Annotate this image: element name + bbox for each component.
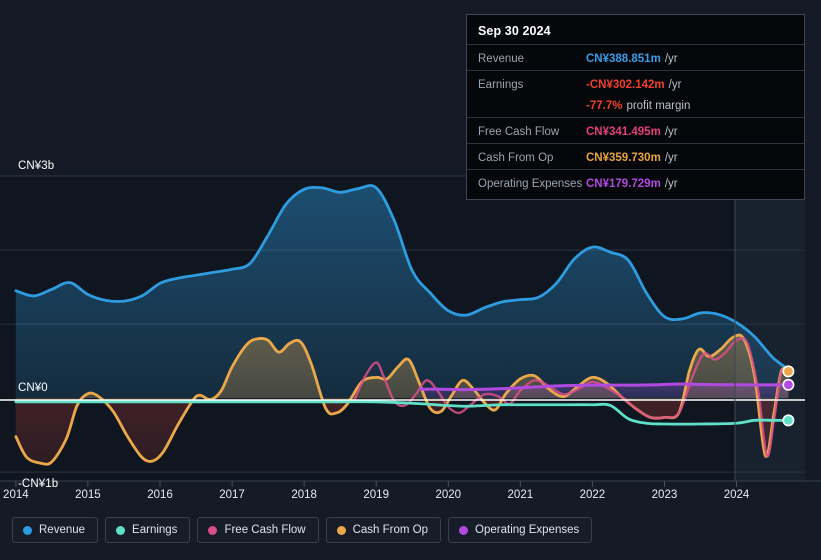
x-axis-label: 2021 [507,489,534,501]
legend-item-free-cash-flow[interactable]: Free Cash Flow [197,517,319,543]
x-axis-label: 2022 [579,489,606,501]
tooltip-row-value: -77.7% [586,100,623,112]
legend-item-label: Free Cash Flow [224,524,306,536]
end-marker-cash-from-op[interactable] [782,365,795,378]
legend-item-label: Revenue [39,524,86,536]
tooltip-row-unit: /yr [664,152,678,164]
tooltip-row-value: CN¥359.730m [586,152,661,164]
legend-item-cash-from-op[interactable]: Cash From Op [325,517,442,543]
x-axis-label: 2015 [75,489,101,501]
tooltip-row-value: CN¥388.851m [586,53,661,65]
x-axis-label: 2018 [291,489,317,501]
tooltip-row-unit: /yr [664,53,678,65]
legend-color-dot-icon [208,525,218,535]
financial-chart-widget: CN¥3b CN¥0 -CN¥1b 2014 2015 2016 2017 2018 2019… [0,0,821,560]
x-axis-label: 2019 [363,489,389,501]
tooltip-row: Earnings -CN¥302.142m/yr [467,70,804,96]
tooltip-row-label: Operating Expenses [478,178,583,190]
tooltip-row-value: -CN¥302.142m [586,79,665,91]
tooltip-row-label: Earnings [478,79,524,91]
x-axis-label: 2024 [723,489,750,501]
legend-color-dot-icon [23,525,32,535]
chart-legend[interactable]: Revenue Earnings Free Cash Flow Cash From O… [12,517,593,543]
x-axis-label: 2016 [147,489,173,501]
tooltip-row-value: CN¥179.729m [586,178,661,190]
tooltip-row-value: CN¥341.495m [586,126,661,138]
tooltip-row: Cash From Op CN¥359.730m/yr [467,143,804,169]
end-marker-earnings[interactable] [782,414,795,427]
legend-item-label: Earnings [132,524,178,536]
end-marker-operating-expenses[interactable] [782,378,795,391]
y-axis-label: CN¥0 [18,382,48,395]
y-axis-label: CN¥3b [18,160,55,172]
tooltip-row: Operating Expenses CN¥179.729m/yr [467,169,804,195]
tooltip-rows: Revenue CN¥388.851m/yr Earnings -CN¥302.142… [467,44,804,195]
legend-color-dot-icon [116,525,126,535]
x-axis-label: 2023 [651,489,678,501]
tooltip-row-unit: profit margin [626,100,691,112]
x-axis-ticks [15,481,737,487]
tooltip-row-label: Free Cash Flow [478,126,560,138]
legend-item-operating-expenses[interactable]: Operating Expenses [448,517,593,543]
tooltip-row-unit: /yr [664,126,678,138]
legend-item-revenue[interactable]: Revenue [12,517,99,543]
tooltip-row: Revenue CN¥388.851m/yr [467,44,804,70]
legend-item-label: Cash From Op [352,524,429,536]
tooltip-row-label: Revenue [478,53,525,65]
x-axis-label: 2017 [219,489,245,501]
legend-color-dot-icon [336,525,346,535]
tooltip-row-unit: /yr [668,79,682,91]
legend-color-dot-icon [459,525,469,535]
legend-item-label: Operating Expenses [475,524,580,536]
tooltip-row-unit: /yr [664,178,678,190]
tooltip-row-label: Cash From Op [478,152,554,164]
hover-tooltip: Sep 30 2024 Revenue CN¥388.851m/yr Earning… [466,14,805,200]
tooltip-row: Free Cash Flow CN¥341.495m/yr [467,117,804,143]
x-axis-label: 2014 [3,489,29,501]
legend-item-earnings[interactable]: Earnings [105,517,191,543]
x-axis-label: 2020 [435,489,462,501]
tooltip-date: Sep 30 2024 [478,24,551,38]
tooltip-row: -77.7% profit margin [467,96,804,117]
